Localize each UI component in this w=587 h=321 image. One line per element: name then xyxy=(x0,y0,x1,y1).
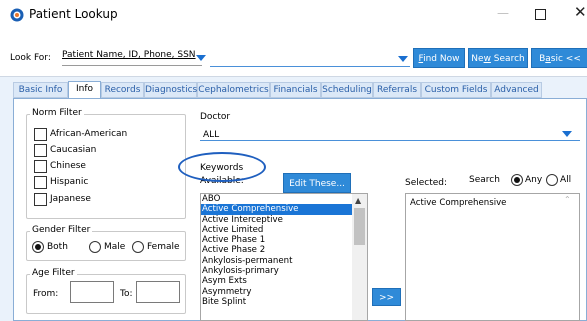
list-item-selected[interactable]: Active Comprehensive xyxy=(201,204,367,215)
list-item[interactable]: ABO xyxy=(201,194,367,204)
maximize-button[interactable] xyxy=(535,9,546,20)
radio-label: All xyxy=(560,175,572,185)
tab-info[interactable]: Info xyxy=(68,81,101,99)
tab-referrals[interactable]: Referrals xyxy=(373,82,421,98)
checkbox-chinese[interactable] xyxy=(34,160,47,173)
new-search-button[interactable]: New Search xyxy=(468,48,528,68)
tab-financials[interactable]: Financials xyxy=(270,82,321,98)
age-filter-title: Age Filter xyxy=(30,268,77,278)
search-input[interactable] xyxy=(210,49,410,67)
find-now-button[interactable]: Find Now xyxy=(413,48,465,68)
radio-gender-both[interactable] xyxy=(32,241,44,253)
window-title: Patient Lookup xyxy=(29,7,118,21)
radio-label: Both xyxy=(47,242,68,252)
checkbox-label: Caucasian xyxy=(50,145,97,155)
list-item[interactable]: Ankylosis-primary xyxy=(201,266,367,276)
radio-search-any[interactable] xyxy=(511,174,523,186)
lookfor-dropdown-icon[interactable] xyxy=(196,55,206,61)
list-item[interactable]: Active Limited xyxy=(201,225,367,235)
doctor-value: ALL xyxy=(203,130,220,140)
norm-filter-title: Norm Filter xyxy=(30,108,84,118)
checkbox-african-american[interactable] xyxy=(34,128,47,141)
minimize-button[interactable]: — xyxy=(493,6,513,24)
tab-custom-fields[interactable]: Custom Fields xyxy=(421,82,491,98)
list-item[interactable]: Asymmetry xyxy=(201,287,367,297)
list-item[interactable]: Asym Exts xyxy=(201,276,367,286)
lookfor-field-value: Patient Name, ID, Phone, SSN xyxy=(62,50,196,60)
tab-basic-info[interactable]: Basic Info xyxy=(13,82,68,98)
age-from-label: From: xyxy=(33,289,59,299)
checkbox-label: Japanese xyxy=(50,194,91,204)
add-keyword-button[interactable]: >> xyxy=(372,288,401,306)
list-item[interactable]: Active Phase 1 xyxy=(201,235,367,245)
selected-label: Selected: xyxy=(405,178,448,188)
tab-diagnostics[interactable]: Diagnostics xyxy=(144,82,197,98)
tab-cephalometrics[interactable]: Cephalometrics xyxy=(197,82,270,98)
gender-filter-title: Gender Filter xyxy=(30,225,93,235)
radio-gender-female[interactable] xyxy=(132,241,144,253)
edit-these-button[interactable]: Edit These... xyxy=(283,173,351,193)
doctor-dropdown-icon[interactable] xyxy=(562,131,572,137)
checkbox-label: Chinese xyxy=(50,161,86,171)
list-item[interactable]: Ankylosis-permanent xyxy=(201,256,367,266)
tab-advanced[interactable]: Advanced xyxy=(491,82,542,98)
selected-keywords-list[interactable]: Active Comprehensive xyxy=(405,193,580,321)
radio-label: Female xyxy=(147,242,180,252)
radio-label: Any xyxy=(525,175,543,185)
age-to-label: To: xyxy=(120,289,133,299)
tab-records[interactable]: Records xyxy=(101,82,144,98)
list-scrollbar-thumb[interactable] xyxy=(354,208,365,245)
doctor-select[interactable]: ALL xyxy=(200,123,580,141)
annotation-ellipse xyxy=(178,152,266,182)
checkbox-hispanic[interactable] xyxy=(34,176,47,189)
basic-toggle-button[interactable]: Basic << xyxy=(531,48,587,68)
selected-list-item[interactable]: Active Comprehensive xyxy=(406,194,579,208)
age-to-input[interactable] xyxy=(136,281,180,303)
tab-scheduling[interactable]: Scheduling xyxy=(321,82,373,98)
radio-gender-male[interactable] xyxy=(89,241,101,253)
lookfor-field-select[interactable]: Patient Name, ID, Phone, SSN xyxy=(62,50,202,66)
scroll-up-icon[interactable]: ⌃ xyxy=(564,195,571,204)
doctor-label: Doctor xyxy=(200,112,231,122)
lookfor-label: Look For: xyxy=(10,53,51,63)
checkbox-caucasian[interactable] xyxy=(34,144,47,157)
list-item[interactable]: Active Phase 2 xyxy=(201,245,367,255)
search-mode-label: Search xyxy=(469,175,500,185)
available-keywords-list[interactable]: ABO Active Comprehensive Active Intercep… xyxy=(200,193,368,321)
age-from-input[interactable] xyxy=(70,281,114,303)
radio-search-all[interactable] xyxy=(546,174,558,186)
close-button[interactable]: ✕ xyxy=(574,3,587,21)
checkbox-label: Hispanic xyxy=(50,177,89,187)
search-history-dropdown-icon[interactable] xyxy=(398,56,408,62)
checkbox-label: African-American xyxy=(50,129,128,139)
list-item[interactable]: Active Interceptive xyxy=(201,215,367,225)
app-icon xyxy=(10,8,24,22)
checkbox-japanese[interactable] xyxy=(34,193,47,206)
list-item[interactable]: Bite Splint xyxy=(201,297,367,307)
radio-label: Male xyxy=(104,242,126,252)
scroll-up-icon[interactable]: ▲ xyxy=(355,196,361,205)
